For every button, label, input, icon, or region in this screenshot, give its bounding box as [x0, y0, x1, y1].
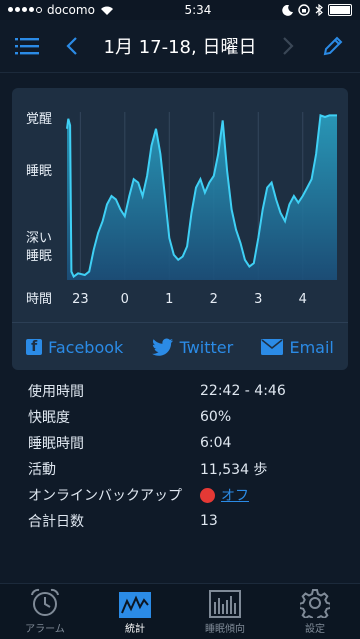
x-tick-label: 0: [121, 292, 129, 307]
share-twitter-button[interactable]: Twitter: [151, 337, 234, 357]
sleep-stats: 使用時間 22:42 - 4:46 快眠度 60% 睡眠時間 6:04 活動 1…: [28, 378, 348, 534]
prev-day-button[interactable]: [59, 33, 85, 59]
stat-label: 活動: [28, 462, 56, 478]
stat-label: オンラインバックアップ: [28, 488, 182, 504]
share-twitter-label: Twitter: [179, 337, 234, 357]
x-tick-label: 2: [210, 292, 218, 307]
facebook-icon: f: [26, 339, 43, 355]
stats-chart-icon: [119, 592, 151, 618]
battery-icon: [327, 4, 352, 16]
stat-value-backup: オフ: [200, 485, 249, 505]
chevron-left-icon: [66, 37, 77, 55]
nav-bar: 1月 17-18, 日曜日: [0, 20, 360, 73]
stat-value: 22:42 - 4:46: [200, 383, 286, 399]
twitter-icon: [151, 338, 173, 356]
sleep-cycle-chart: 覚醒 睡眠 深い 睡眠 時間 23 0 1 2 3 4: [26, 112, 337, 307]
stat-label: 睡眠時間: [28, 436, 84, 452]
x-tick-label: 1: [165, 292, 173, 307]
next-day-button[interactable]: [275, 33, 301, 59]
carrier-label: docomo: [47, 3, 95, 17]
chevron-right-icon: [283, 37, 294, 55]
page-title: 1月 17-18, 日曜日: [103, 37, 257, 58]
stat-row-usage-time: 使用時間 22:42 - 4:46: [28, 378, 348, 404]
stat-value: 13: [200, 513, 218, 529]
tab-settings[interactable]: 設定: [270, 584, 360, 639]
pencil-icon: [323, 36, 343, 56]
stat-value: 11,534 歩: [200, 462, 268, 478]
edit-button[interactable]: [320, 33, 346, 59]
tab-label: 統計: [125, 624, 145, 635]
stat-row-activity: 活動 11,534 歩: [28, 456, 348, 482]
backup-status-dot-icon: [200, 487, 215, 503]
backup-off-link[interactable]: オフ: [221, 485, 249, 505]
tab-statistics[interactable]: 統計: [90, 584, 180, 639]
signal-icon: [8, 7, 42, 13]
envelope-icon: [261, 339, 284, 355]
stat-label: 快眠度: [28, 410, 70, 426]
menu-button[interactable]: [14, 33, 40, 59]
sleep-area: [67, 115, 337, 281]
share-facebook-button[interactable]: f Facebook: [26, 338, 123, 357]
moon-icon: [282, 4, 293, 16]
tab-label: アラーム: [25, 624, 65, 635]
y-label-awake: 覚醒: [26, 112, 52, 127]
list-menu-icon: [15, 38, 39, 55]
y-label-deep-line1: 深い: [26, 231, 52, 246]
stat-label: 使用時間: [28, 384, 84, 400]
y-label-deep-line2: 睡眠: [26, 249, 52, 264]
status-left: docomo: [8, 3, 114, 17]
share-email-label: Email: [289, 337, 334, 357]
share-row: f Facebook Twitter Email: [12, 322, 348, 370]
stat-row-online-backup: オンラインバックアップ オフ: [28, 482, 348, 508]
sleep-graph-card: 覚醒 睡眠 深い 睡眠 時間 23 0 1 2 3 4 f Facebook Twitte…: [12, 88, 348, 370]
stat-row-sleep-duration: 睡眠時間 6:04: [28, 430, 348, 456]
status-right: [282, 4, 352, 16]
stat-value: 60%: [200, 409, 232, 425]
status-bar: docomo 5:34: [0, 0, 360, 20]
x-tick-label: 4: [299, 292, 307, 307]
x-tick-label: 23: [72, 292, 89, 307]
stat-row-sleep-quality: 快眠度 60%: [28, 404, 348, 430]
tab-label: 設定: [305, 624, 325, 635]
tab-label: 睡眠傾向: [205, 624, 245, 635]
bluetooth-icon: [315, 4, 323, 16]
status-time: 5:34: [184, 3, 212, 17]
share-facebook-label: Facebook: [48, 337, 124, 357]
rotation-lock-icon: [298, 4, 310, 16]
tab-alarm[interactable]: アラーム: [0, 584, 90, 639]
gear-icon: [300, 589, 330, 618]
x-axis-title: 時間: [26, 292, 52, 307]
alarm-clock-icon: [31, 588, 59, 616]
tab-sleep-trends[interactable]: 睡眠傾向: [180, 584, 270, 639]
stat-value: 6:04: [200, 435, 232, 451]
x-tick-label: 3: [254, 292, 262, 307]
stat-label: 合計日数: [28, 514, 84, 530]
stat-row-total-days: 合計日数 13: [28, 508, 348, 534]
y-label-sleep: 睡眠: [26, 164, 52, 179]
share-email-button[interactable]: Email: [261, 337, 334, 357]
tab-bar: アラーム 統計 睡眠傾向 設定: [0, 583, 360, 639]
wifi-icon: [100, 6, 113, 15]
sleep-trend-icon: [209, 590, 241, 618]
